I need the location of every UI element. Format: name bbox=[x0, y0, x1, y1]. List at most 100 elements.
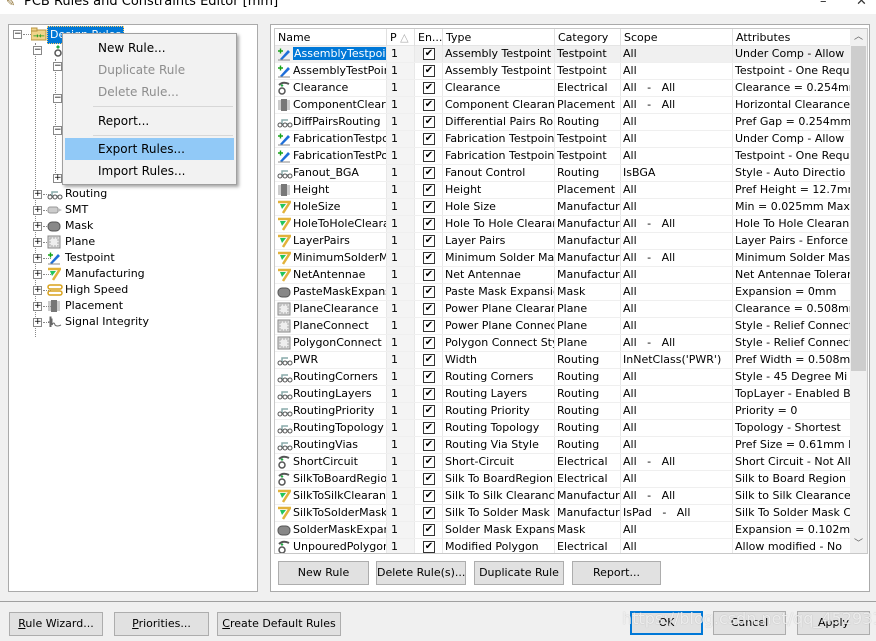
collapse-icon[interactable]: − bbox=[13, 30, 22, 39]
enabled-checkbox[interactable]: ✔ bbox=[423, 303, 435, 315]
column-header-scope[interactable]: Scope bbox=[621, 29, 733, 46]
cell-name[interactable]: UnpouredPolygon bbox=[275, 539, 387, 553]
column-header-attributes[interactable]: Attributes bbox=[733, 29, 852, 46]
cell-name[interactable]: Height bbox=[275, 182, 387, 198]
table-row[interactable]: LayerPairs 1 ✔ Layer Pairs Manufacturi All Lay… bbox=[275, 233, 852, 250]
table-row[interactable]: PWR 1 ✔ Width Routing InNetClass('PWR') Pref W… bbox=[275, 352, 852, 369]
collapse-icon[interactable]: − bbox=[33, 46, 42, 55]
enabled-checkbox[interactable]: ✔ bbox=[423, 286, 435, 298]
cell-name[interactable]: MinimumSolderMa bbox=[275, 250, 387, 266]
column-header-type[interactable]: Type bbox=[443, 29, 555, 46]
cell-name[interactable]: AssemblyTestpoint bbox=[275, 46, 387, 62]
rule-wizard-button[interactable]: Rule Wizard... bbox=[9, 612, 103, 636]
table-row[interactable]: Fanout_BGA 1 ✔ Fanout Control Routing IsBGA St… bbox=[275, 165, 852, 182]
scrollbar-thumb[interactable] bbox=[851, 46, 866, 371]
duplicate-rule-button[interactable]: Duplicate Rule bbox=[474, 561, 564, 585]
enabled-checkbox[interactable]: ✔ bbox=[423, 405, 435, 417]
enabled-checkbox[interactable]: ✔ bbox=[423, 133, 435, 145]
table-row[interactable]: HoleSize 1 ✔ Hole Size Manufacturi All Min = 0… bbox=[275, 199, 852, 216]
expand-icon[interactable]: + bbox=[33, 286, 42, 295]
new-rule-button[interactable]: New Rule bbox=[278, 561, 369, 585]
cell-name[interactable]: RoutingCorners bbox=[275, 369, 387, 385]
scroll-up-icon[interactable]: ︿ bbox=[850, 29, 867, 46]
cancel-button[interactable]: Cancel bbox=[713, 611, 786, 635]
table-row[interactable]: RoutingTopology 1 ✔ Routing Topology Routing… bbox=[275, 420, 852, 437]
table-row[interactable]: RoutingVias 1 ✔ Routing Via Style Routing All… bbox=[275, 437, 852, 454]
enabled-checkbox[interactable]: ✔ bbox=[423, 456, 435, 468]
table-row[interactable]: Height 1 ✔ Height Placement All Pref Height = … bbox=[275, 182, 852, 199]
cell-name[interactable]: ComponentCleara bbox=[275, 97, 387, 113]
enabled-checkbox[interactable]: ✔ bbox=[423, 82, 435, 94]
close-button[interactable]: ✕ bbox=[856, 0, 867, 9]
menu-item-import-rules[interactable]: Import Rules... bbox=[65, 160, 234, 182]
table-row[interactable]: RoutingLayers 1 ✔ Routing Layers Routing All T… bbox=[275, 386, 852, 403]
table-row[interactable]: RoutingPriority 1 ✔ Routing Priority Routing… bbox=[275, 403, 852, 420]
enabled-checkbox[interactable]: ✔ bbox=[423, 48, 435, 60]
column-header-name[interactable]: Name bbox=[275, 29, 387, 46]
table-row[interactable]: ShortCircuit 1 ✔ Short-Circuit Electrical All… bbox=[275, 454, 852, 471]
expand-icon[interactable]: + bbox=[33, 254, 42, 263]
table-row[interactable]: MinimumSolderMa 1 ✔ Minimum Solder Mas Manuf… bbox=[275, 250, 852, 267]
cell-name[interactable]: HoleToHoleCleara bbox=[275, 216, 387, 232]
table-row[interactable]: SolderMaskExpans 1 ✔ Solder Mask Expansic Ma… bbox=[275, 522, 852, 539]
enabled-checkbox[interactable]: ✔ bbox=[423, 524, 435, 536]
enabled-checkbox[interactable]: ✔ bbox=[423, 541, 435, 553]
table-row[interactable]: Clearance 1 ✔ Clearance Electrical All - All C… bbox=[275, 80, 852, 97]
menu-item-export-rules[interactable]: Export Rules... bbox=[65, 138, 234, 160]
table-row[interactable]: DiffPairsRouting 1 ✔ Differential Pairs Rou… bbox=[275, 114, 852, 131]
cell-name[interactable]: Fanout_BGA bbox=[275, 165, 387, 181]
menu-item-report[interactable]: Report... bbox=[65, 110, 234, 132]
cell-name[interactable]: SilkToSolderMask( bbox=[275, 505, 387, 521]
table-row[interactable]: AssemblyTestpoint 1 ✔ Assembly Testpoint ST… bbox=[275, 46, 852, 63]
table-row[interactable]: FabricationTestPoi 1 ✔ Fabrication Testpoin… bbox=[275, 148, 852, 165]
delete-rules-button[interactable]: Delete Rule(s)... bbox=[376, 561, 466, 585]
enabled-checkbox[interactable]: ✔ bbox=[423, 473, 435, 485]
enabled-checkbox[interactable]: ✔ bbox=[423, 422, 435, 434]
enabled-checkbox[interactable]: ✔ bbox=[423, 99, 435, 111]
cell-name[interactable]: DiffPairsRouting bbox=[275, 114, 387, 130]
table-row[interactable]: PlaneConnect 1 ✔ Power Plane Connect Plane Al… bbox=[275, 318, 852, 335]
enabled-checkbox[interactable]: ✔ bbox=[423, 320, 435, 332]
cell-name[interactable]: NetAntennae bbox=[275, 267, 387, 283]
ok-button[interactable]: OK bbox=[630, 611, 703, 635]
cell-name[interactable]: RoutingPriority bbox=[275, 403, 387, 419]
enabled-checkbox[interactable]: ✔ bbox=[423, 235, 435, 247]
cell-name[interactable]: RoutingVias bbox=[275, 437, 387, 453]
table-row[interactable]: HoleToHoleCleara 1 ✔ Hole To Hole Clearan Ma… bbox=[275, 216, 852, 233]
enabled-checkbox[interactable]: ✔ bbox=[423, 337, 435, 349]
enabled-checkbox[interactable]: ✔ bbox=[423, 167, 435, 179]
column-header-enabled[interactable]: En... bbox=[415, 29, 443, 46]
cell-name[interactable]: SilkToBoardRegion bbox=[275, 471, 387, 487]
priorities-button[interactable]: Priorities... bbox=[114, 612, 209, 636]
table-row[interactable]: ComponentCleara 1 ✔ Component Clearanc Place… bbox=[275, 97, 852, 114]
table-row[interactable]: RoutingCorners 1 ✔ Routing Corners Routing Al… bbox=[275, 369, 852, 386]
table-row[interactable]: SilkToSilkClearanc 1 ✔ Silk To Silk Clearan… bbox=[275, 488, 852, 505]
enabled-checkbox[interactable]: ✔ bbox=[423, 507, 435, 519]
expand-icon[interactable]: + bbox=[33, 302, 42, 311]
enabled-checkbox[interactable]: ✔ bbox=[423, 184, 435, 196]
menu-item-new-rule[interactable]: New Rule... bbox=[65, 37, 234, 59]
enabled-checkbox[interactable]: ✔ bbox=[423, 116, 435, 128]
enabled-checkbox[interactable]: ✔ bbox=[423, 218, 435, 230]
expand-icon[interactable]: + bbox=[33, 270, 42, 279]
create-default-rules-button[interactable]: Create Default Rules bbox=[217, 612, 341, 636]
apply-button[interactable]: Apply bbox=[797, 611, 870, 635]
cell-name[interactable]: HoleSize bbox=[275, 199, 387, 215]
cell-name[interactable]: RoutingLayers bbox=[275, 386, 387, 402]
table-row[interactable]: PasteMaskExpansi 1 ✔ Paste Mask Expansior Ma… bbox=[275, 284, 852, 301]
cell-name[interactable]: PlaneConnect bbox=[275, 318, 387, 334]
enabled-checkbox[interactable]: ✔ bbox=[423, 201, 435, 213]
cell-name[interactable]: PolygonConnect bbox=[275, 335, 387, 351]
enabled-checkbox[interactable]: ✔ bbox=[423, 490, 435, 502]
cell-name[interactable]: AssemblyTestPoint bbox=[275, 63, 387, 79]
enabled-checkbox[interactable]: ✔ bbox=[423, 354, 435, 366]
cell-name[interactable]: FabricationTestPoi bbox=[275, 148, 387, 164]
enabled-checkbox[interactable]: ✔ bbox=[423, 65, 435, 77]
table-row[interactable]: NetAntennae 1 ✔ Net Antennae Manufacturi All N… bbox=[275, 267, 852, 284]
cell-name[interactable]: LayerPairs bbox=[275, 233, 387, 249]
vertical-scrollbar[interactable]: ︿ ﹀ bbox=[850, 29, 867, 553]
enabled-checkbox[interactable]: ✔ bbox=[423, 388, 435, 400]
column-header-category[interactable]: Category bbox=[555, 29, 621, 46]
cell-name[interactable]: PWR bbox=[275, 352, 387, 368]
cell-name[interactable]: FabricationTestpo bbox=[275, 131, 387, 147]
